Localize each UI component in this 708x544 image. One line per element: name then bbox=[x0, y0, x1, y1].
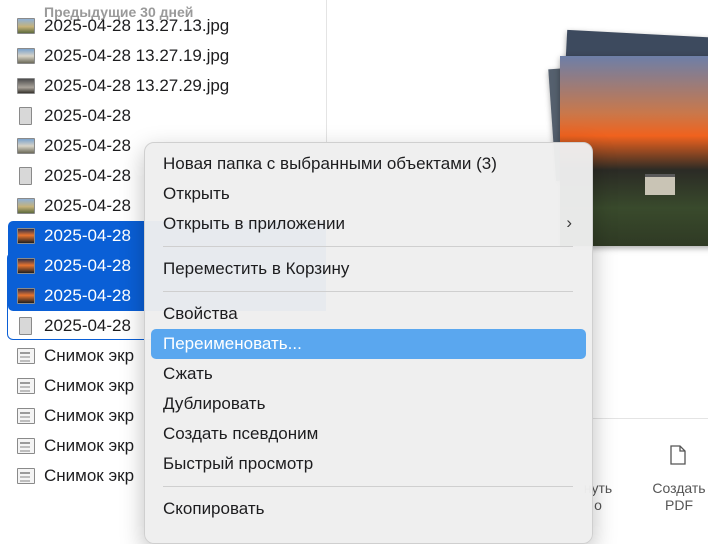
preview-toolbar: нуть о Создать PDF bbox=[577, 418, 708, 532]
menu-separator bbox=[163, 291, 573, 292]
file-thumbnail-icon bbox=[17, 348, 35, 364]
file-name: 2025-04-28 13.27.29.jpg bbox=[44, 76, 230, 95]
file-name: Снимок экр bbox=[44, 406, 135, 425]
file-name: 2025-04-28 bbox=[44, 226, 131, 245]
file-thumbnail-icon bbox=[17, 48, 35, 64]
file-name: 2025-04-28 bbox=[44, 106, 131, 125]
menu-item[interactable]: Скопировать bbox=[151, 494, 586, 524]
menu-item-label: Быстрый просмотр bbox=[163, 454, 314, 473]
menu-item-label: Дублировать bbox=[163, 394, 266, 413]
file-row[interactable]: 2025-04-28 13.27.29.jpg bbox=[0, 71, 326, 101]
menu-item-label: Переместить в Корзину bbox=[163, 259, 350, 278]
create-pdf-button-label[interactable]: Создать PDF bbox=[649, 480, 708, 514]
menu-item-label: Скопировать bbox=[163, 499, 265, 518]
menu-item[interactable]: Сжать bbox=[151, 359, 586, 389]
file-name: 2025-04-28 13.27.19.jpg bbox=[44, 46, 230, 65]
file-name: Снимок экр bbox=[44, 346, 135, 365]
file-name: Снимок экр bbox=[44, 436, 135, 455]
menu-item[interactable]: Переименовать... bbox=[151, 329, 586, 359]
menu-item-label: Открыть bbox=[163, 184, 230, 203]
menu-item[interactable]: Свойства bbox=[151, 299, 586, 329]
menu-item[interactable]: Открыть в приложении › bbox=[151, 209, 586, 239]
file-name: 2025-04-28 bbox=[44, 166, 131, 185]
file-thumbnail-icon bbox=[17, 18, 35, 34]
file-name: 2025-04-28 bbox=[44, 136, 131, 155]
file-thumbnail-icon bbox=[19, 107, 32, 125]
file-thumbnail-icon bbox=[19, 167, 32, 185]
file-name: Снимок экр bbox=[44, 376, 135, 395]
menu-item[interactable]: Создать псевдоним bbox=[151, 419, 586, 449]
file-thumbnail-icon bbox=[17, 78, 35, 94]
file-thumbnail-icon bbox=[17, 408, 35, 424]
chevron-right-icon: › bbox=[566, 213, 572, 232]
file-row[interactable]: 2025-04-28 13.27.13.jpg bbox=[0, 11, 326, 41]
file-name: 2025-04-28 13.27.13.jpg bbox=[44, 16, 230, 35]
menu-item[interactable]: Дублировать bbox=[151, 389, 586, 419]
file-row[interactable]: 2025-04-28 bbox=[0, 101, 326, 131]
menu-item[interactable]: Быстрый просмотр bbox=[151, 449, 586, 479]
file-thumbnail-icon bbox=[17, 198, 35, 214]
menu-separator bbox=[163, 486, 573, 487]
menu-item-label: Свойства bbox=[163, 304, 238, 323]
file-thumbnail-icon bbox=[17, 138, 35, 154]
pdf-document-icon[interactable] bbox=[670, 445, 686, 465]
menu-item[interactable]: Открыть bbox=[151, 179, 586, 209]
menu-item-label: Открыть в приложении bbox=[163, 214, 345, 233]
file-thumbnail-icon bbox=[17, 378, 35, 394]
menu-item[interactable]: Переместить в Корзину bbox=[151, 254, 586, 284]
context-menu: Новая папка с выбранными объектами (3) От… bbox=[144, 142, 593, 544]
file-name: Снимок экр bbox=[44, 466, 135, 485]
menu-item-label: Создать псевдоним bbox=[163, 424, 319, 443]
file-thumbnail-icon bbox=[17, 468, 35, 484]
file-thumbnail-icon bbox=[17, 438, 35, 454]
menu-separator bbox=[163, 246, 573, 247]
menu-item-label: Сжать bbox=[163, 364, 213, 383]
menu-item-label: Переименовать... bbox=[163, 334, 302, 353]
menu-item-label: Новая папка с выбранными объектами (3) bbox=[163, 154, 497, 173]
menu-item[interactable]: Новая папка с выбранными объектами (3) bbox=[151, 149, 586, 179]
file-name: 2025-04-28 bbox=[44, 196, 131, 215]
file-thumbnail-icon bbox=[17, 228, 35, 244]
file-row[interactable]: 2025-04-28 13.27.19.jpg bbox=[0, 41, 326, 71]
